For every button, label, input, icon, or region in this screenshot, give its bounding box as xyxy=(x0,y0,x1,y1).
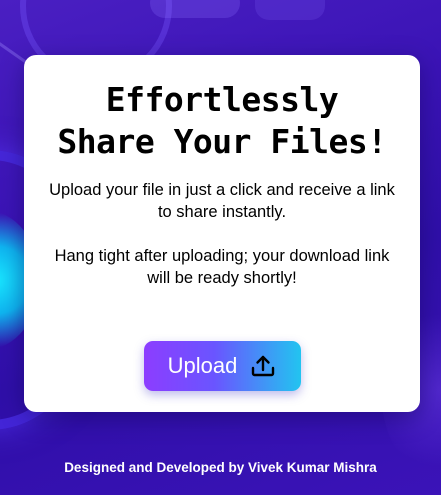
upload-button[interactable]: Upload xyxy=(144,341,301,391)
background-shape-top-right xyxy=(255,0,325,20)
title-line-1: Effortlessly xyxy=(105,80,339,119)
background-shape-top xyxy=(150,0,240,18)
title-line-2: Share Your Files! xyxy=(57,122,387,161)
description: Upload your file in just a click and rec… xyxy=(44,179,400,289)
footer-credit: Designed and Developed by Vivek Kumar Mi… xyxy=(64,460,377,475)
description-paragraph-2: Hang tight after uploading; your downloa… xyxy=(54,247,390,287)
description-paragraph-1: Upload your file in just a click and rec… xyxy=(49,181,395,221)
upload-icon xyxy=(249,352,277,380)
page-title: Effortlessly Share Your Files! xyxy=(24,79,420,163)
upload-card: Effortlessly Share Your Files! Upload yo… xyxy=(24,55,420,412)
upload-button-label: Upload xyxy=(167,353,238,378)
